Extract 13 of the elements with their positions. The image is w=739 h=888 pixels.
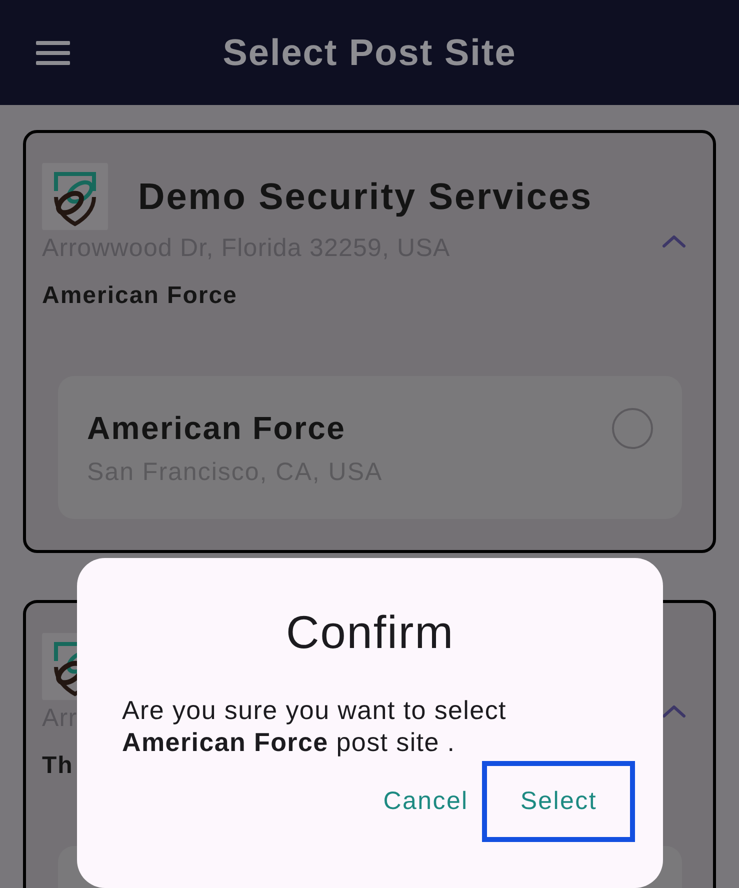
chevron-up-icon[interactable] <box>662 704 686 718</box>
dialog-message: Are you sure you want to select American Force post site . <box>122 694 508 758</box>
dialog-title: Confirm <box>286 605 454 660</box>
client-name: Th <box>42 752 74 780</box>
radio-button[interactable] <box>612 408 653 449</box>
shield-logo-icon <box>42 163 108 230</box>
screen-title: Select Post Site <box>222 32 516 74</box>
shield-logo-icon <box>42 633 77 700</box>
company-name: Demo Security Services <box>138 174 593 218</box>
cancel-button[interactable]: Cancel <box>374 761 478 842</box>
client-name: American Force <box>42 282 238 310</box>
select-button[interactable]: Select <box>482 761 635 842</box>
site-name: American Force <box>87 410 347 446</box>
